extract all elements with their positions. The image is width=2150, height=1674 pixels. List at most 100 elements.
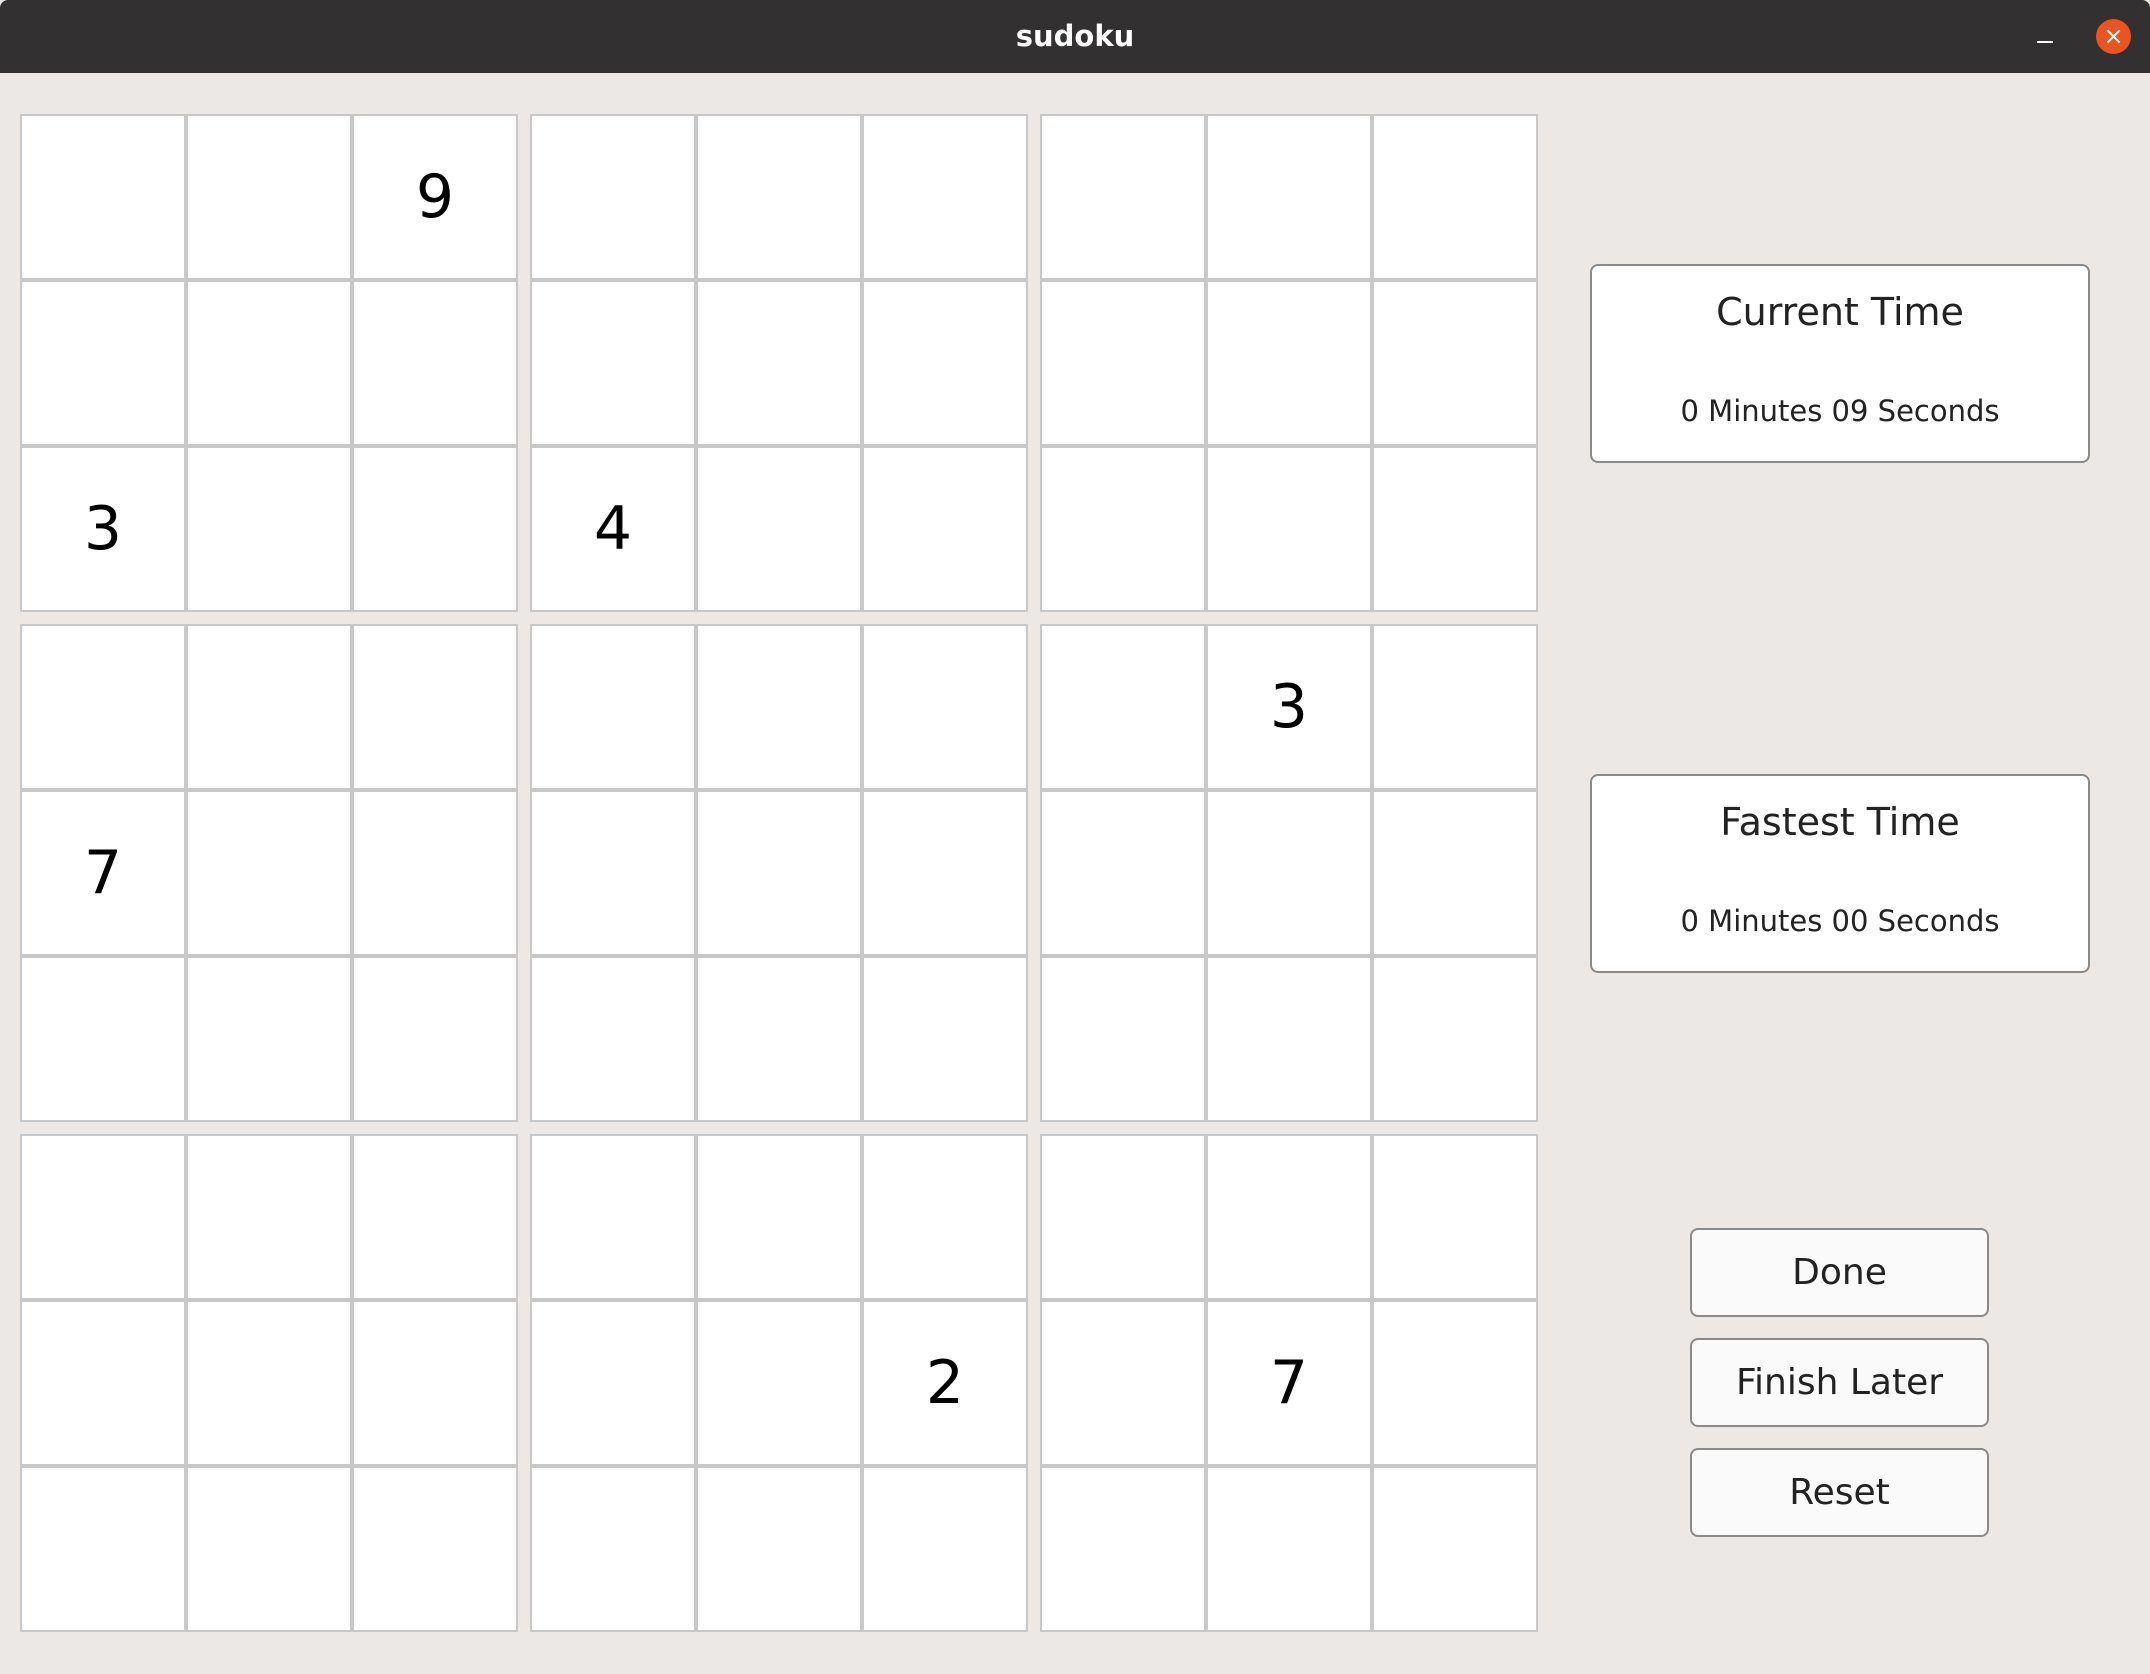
sudoku-board: 9347327: [20, 114, 1542, 1634]
sudoku-cell[interactable]: [352, 1466, 518, 1632]
sudoku-cell[interactable]: [696, 446, 862, 612]
sudoku-box: 93: [20, 114, 518, 612]
sudoku-cell[interactable]: [1206, 790, 1372, 956]
sudoku-cell[interactable]: [1372, 114, 1538, 280]
sudoku-cell[interactable]: [1372, 1300, 1538, 1466]
sudoku-cell[interactable]: [1206, 280, 1372, 446]
sudoku-cell[interactable]: [186, 114, 352, 280]
sudoku-cell[interactable]: [352, 624, 518, 790]
sudoku-cell[interactable]: [696, 790, 862, 956]
sudoku-cell[interactable]: [1372, 790, 1538, 956]
sudoku-cell[interactable]: [696, 1134, 862, 1300]
current-time-label: Current Time: [1716, 290, 1964, 334]
sudoku-cell[interactable]: [186, 1466, 352, 1632]
sudoku-box: 7: [1040, 1134, 1538, 1632]
sudoku-cell[interactable]: [696, 956, 862, 1122]
sudoku-cell[interactable]: [1040, 114, 1206, 280]
sudoku-cell[interactable]: [530, 1466, 696, 1632]
sudoku-cell[interactable]: [1206, 956, 1372, 1122]
sudoku-cell[interactable]: [862, 280, 1028, 446]
reset-button[interactable]: Reset: [1690, 1448, 1989, 1537]
sudoku-cell[interactable]: [20, 624, 186, 790]
sudoku-cell[interactable]: 7: [1206, 1300, 1372, 1466]
minimize-icon: [2037, 41, 2053, 43]
sudoku-cell[interactable]: [186, 280, 352, 446]
sudoku-cell[interactable]: [862, 446, 1028, 612]
sudoku-cell[interactable]: [1372, 956, 1538, 1122]
minimize-button[interactable]: [2028, 20, 2064, 56]
sudoku-cell[interactable]: 7: [20, 790, 186, 956]
sudoku-cell[interactable]: [1040, 790, 1206, 956]
fastest-time-panel: Fastest Time 0 Minutes 00 Seconds: [1590, 774, 2090, 973]
sudoku-cell[interactable]: [20, 1466, 186, 1632]
finish-later-button[interactable]: Finish Later: [1690, 1338, 1989, 1427]
sudoku-cell[interactable]: [1040, 446, 1206, 612]
sudoku-cell[interactable]: [1040, 956, 1206, 1122]
sudoku-cell[interactable]: [352, 956, 518, 1122]
sudoku-cell[interactable]: [186, 1134, 352, 1300]
sudoku-cell[interactable]: [186, 790, 352, 956]
close-icon: ×: [2103, 22, 2124, 50]
sudoku-cell[interactable]: [530, 1134, 696, 1300]
sudoku-cell[interactable]: [530, 624, 696, 790]
sudoku-cell[interactable]: [530, 1300, 696, 1466]
sudoku-cell[interactable]: [186, 446, 352, 612]
sudoku-cell[interactable]: [530, 114, 696, 280]
sudoku-cell[interactable]: [1206, 1466, 1372, 1632]
sudoku-cell[interactable]: [530, 280, 696, 446]
sudoku-cell[interactable]: [352, 1300, 518, 1466]
sudoku-cell[interactable]: [862, 790, 1028, 956]
sudoku-cell[interactable]: [1206, 446, 1372, 612]
sudoku-cell[interactable]: [352, 1134, 518, 1300]
sudoku-cell[interactable]: [1372, 624, 1538, 790]
sudoku-cell[interactable]: [352, 446, 518, 612]
sudoku-cell[interactable]: [186, 1300, 352, 1466]
sudoku-box: [1040, 114, 1538, 612]
sudoku-cell[interactable]: [696, 1466, 862, 1632]
sudoku-cell[interactable]: [186, 624, 352, 790]
sudoku-cell[interactable]: [1040, 1300, 1206, 1466]
sudoku-box: 4: [530, 114, 1028, 612]
close-button[interactable]: ×: [2096, 19, 2131, 54]
fastest-time-label: Fastest Time: [1720, 800, 1960, 844]
sudoku-cell[interactable]: 3: [20, 446, 186, 612]
done-button[interactable]: Done: [1690, 1228, 1989, 1317]
sudoku-cell[interactable]: [20, 1134, 186, 1300]
sudoku-cell[interactable]: [696, 280, 862, 446]
sudoku-cell[interactable]: [1372, 446, 1538, 612]
sudoku-cell[interactable]: [530, 956, 696, 1122]
sudoku-cell[interactable]: [696, 114, 862, 280]
sudoku-cell[interactable]: 4: [530, 446, 696, 612]
window-title: sudoku: [1015, 19, 1135, 53]
sudoku-cell[interactable]: 9: [352, 114, 518, 280]
sudoku-cell[interactable]: [862, 1466, 1028, 1632]
sudoku-cell[interactable]: [862, 956, 1028, 1122]
sudoku-cell[interactable]: [530, 790, 696, 956]
sudoku-cell[interactable]: [20, 1300, 186, 1466]
sudoku-cell[interactable]: [1206, 1134, 1372, 1300]
sudoku-cell[interactable]: [1372, 1466, 1538, 1632]
sudoku-cell[interactable]: [1040, 1466, 1206, 1632]
sudoku-cell[interactable]: [1040, 280, 1206, 446]
sudoku-cell[interactable]: [696, 624, 862, 790]
sudoku-cell[interactable]: [1372, 280, 1538, 446]
sudoku-cell[interactable]: [1040, 624, 1206, 790]
sudoku-cell[interactable]: [20, 114, 186, 280]
sudoku-box: [530, 624, 1028, 1122]
sudoku-cell[interactable]: [696, 1300, 862, 1466]
sudoku-cell[interactable]: 2: [862, 1300, 1028, 1466]
sudoku-cell[interactable]: 3: [1206, 624, 1372, 790]
sudoku-cell[interactable]: [862, 114, 1028, 280]
sudoku-cell[interactable]: [352, 790, 518, 956]
sudoku-cell[interactable]: [862, 1134, 1028, 1300]
sudoku-cell[interactable]: [862, 624, 1028, 790]
sudoku-cell[interactable]: [20, 280, 186, 446]
sudoku-cell[interactable]: [1372, 1134, 1538, 1300]
sudoku-cell[interactable]: [186, 956, 352, 1122]
current-time-panel: Current Time 0 Minutes 09 Seconds: [1590, 264, 2090, 463]
sudoku-cell[interactable]: [1206, 114, 1372, 280]
sudoku-cell[interactable]: [20, 956, 186, 1122]
sudoku-cell[interactable]: [352, 280, 518, 446]
sudoku-cell[interactable]: [1040, 1134, 1206, 1300]
title-bar: sudoku ×: [0, 0, 2150, 73]
